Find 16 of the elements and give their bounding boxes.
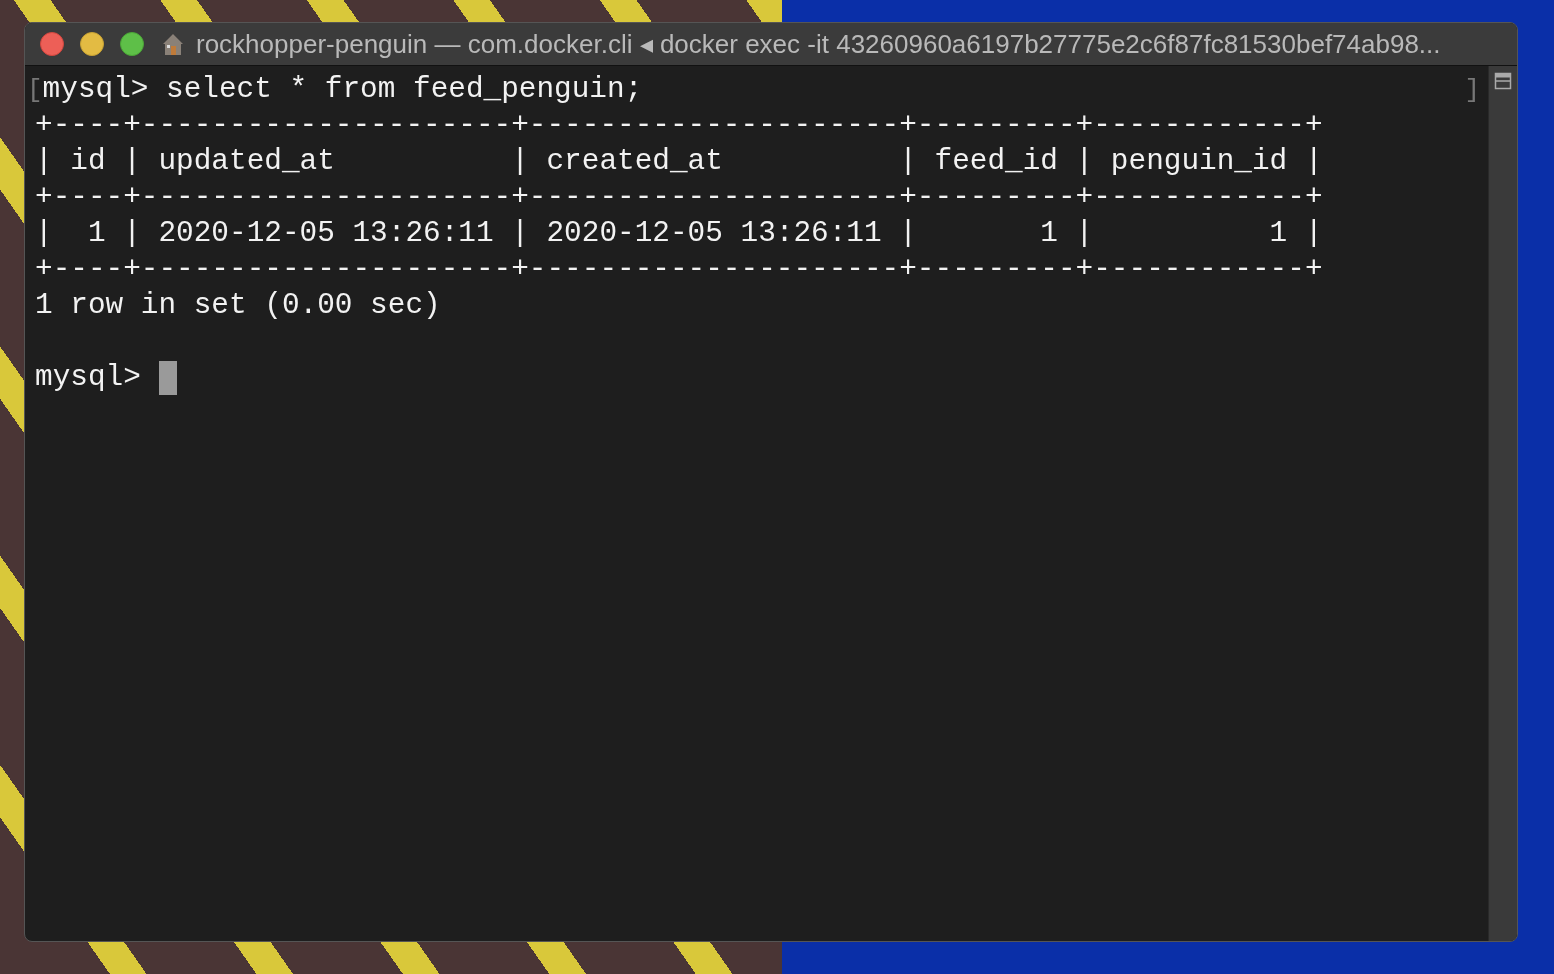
output-line: 1 row in set (0.00 sec) <box>34 288 441 324</box>
split-pane-icon[interactable] <box>1494 72 1512 90</box>
window-title: rockhopper-penguin — com.docker.cli ◂ docker exec -it 43260960a6197b27775e2c6f87fc81530bef74ab98... <box>196 28 1441 60</box>
command-line: mysql> select * from feed_penguin; <box>42 72 643 108</box>
output-line: +----+---------------------+---------------------+---------+------------+ <box>34 180 1323 216</box>
output-line: | 1 | 2020-12-05 13:26:11 | 2020-12-05 13:26:11 | 1 | 1 | <box>34 216 1323 252</box>
zoom-button[interactable] <box>120 32 144 56</box>
output-line: | id | updated_at | created_at | feed_id | penguin_id | <box>34 144 1323 180</box>
mark-bracket: [ <box>27 74 43 107</box>
mark-bracket: ] <box>1464 74 1480 107</box>
minimize-button[interactable] <box>80 32 104 56</box>
close-button[interactable] <box>40 32 64 56</box>
output-line: +----+---------------------+---------------------+---------+------------+ <box>34 108 1323 144</box>
prompt: mysql> <box>35 360 141 396</box>
scroll-bar[interactable] <box>1488 66 1517 941</box>
output-line: +----+---------------------+---------------------+---------+------------+ <box>34 252 1323 288</box>
